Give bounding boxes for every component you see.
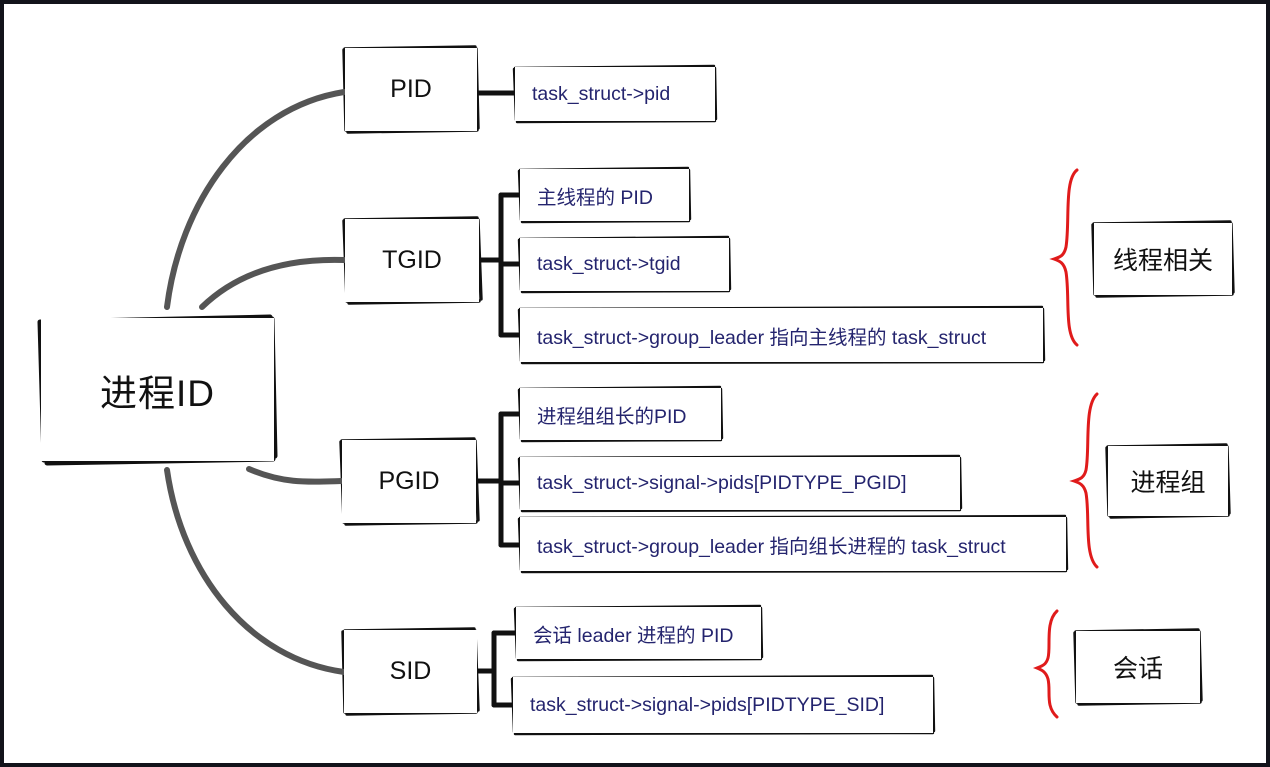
detail-box-pid-0[interactable]: task_struct->pid [515, 67, 715, 121]
brace-thread [1049, 168, 1079, 347]
group-node-process-group-label: 进程组 [1130, 469, 1206, 497]
detail-box-tgid-2-label: task_struct->group_leader 指向主线程的 task_st… [537, 326, 987, 349]
detail-box-tgid-1[interactable]: task_struct->tgid [520, 238, 729, 291]
brace-pgroup [1069, 392, 1099, 569]
detail-box-pgid-0-label: 进程组组长的PID [537, 405, 687, 428]
branch-node-pgid-label: PGID [378, 467, 440, 495]
detail-box-pgid-0[interactable]: 进程组组长的PID [520, 388, 721, 440]
detail-box-tgid-1-label: task_struct->tgid [537, 253, 681, 275]
branch-node-tgid-label: TGID [382, 246, 442, 274]
branch-node-sid-label: SID [389, 657, 432, 685]
root-node-process-id[interactable]: 进程ID [41, 318, 274, 461]
detail-box-sid-0-label: 会话 leader 进程的 PID [533, 624, 734, 647]
branch-node-pid-label: PID [390, 75, 432, 103]
detail-box-pid-0-label: task_struct->pid [532, 82, 671, 105]
branch-node-pgid[interactable]: PGID [342, 440, 476, 523]
group-node-session[interactable]: 会话 [1076, 631, 1200, 703]
diagram-canvas: 进程ID PID task_struct->pid TGID 主线程的 PID … [0, 0, 1270, 767]
group-node-process-group[interactable]: 进程组 [1108, 446, 1228, 516]
sid-detail-connector [475, 630, 519, 708]
detail-box-tgid-0-label: 主线程的 PID [537, 186, 653, 209]
root-node-label: 进程ID [100, 372, 215, 414]
detail-box-pgid-2[interactable]: task_struct->group_leader 指向组长进程的 task_s… [520, 517, 1066, 571]
group-node-session-label: 会话 [1112, 655, 1163, 683]
branch-node-sid[interactable]: SID [344, 630, 477, 713]
detail-box-sid-1[interactable]: task_struct->signal->pids[PIDTYPE_SID] [513, 677, 933, 733]
brace-session [1032, 609, 1059, 719]
detail-box-sid-1-label: task_struct->signal->pids[PIDTYPE_SID] [530, 693, 885, 716]
group-node-thread-label: 线程相关 [1112, 247, 1213, 275]
detail-box-pgid-1[interactable]: task_struct->signal->pids[PIDTYPE_PGID] [520, 457, 960, 510]
detail-box-pgid-2-label: task_struct->group_leader 指向组长进程的 task_s… [537, 535, 1006, 558]
detail-box-tgid-2[interactable]: task_struct->group_leader 指向主线程的 task_st… [520, 308, 1043, 362]
detail-box-sid-0[interactable]: 会话 leader 进程的 PID [516, 607, 761, 659]
tgid-detail-connector [478, 192, 523, 338]
group-node-thread[interactable]: 线程相关 [1094, 223, 1232, 295]
detail-box-pgid-1-label: task_struct->signal->pids[PIDTYPE_PGID] [537, 472, 907, 494]
detail-box-tgid-0[interactable]: 主线程的 PID [520, 169, 689, 221]
branch-node-pid[interactable]: PID [345, 48, 477, 131]
pgid-detail-connector [475, 411, 523, 548]
branch-node-tgid[interactable]: TGID [345, 219, 479, 302]
